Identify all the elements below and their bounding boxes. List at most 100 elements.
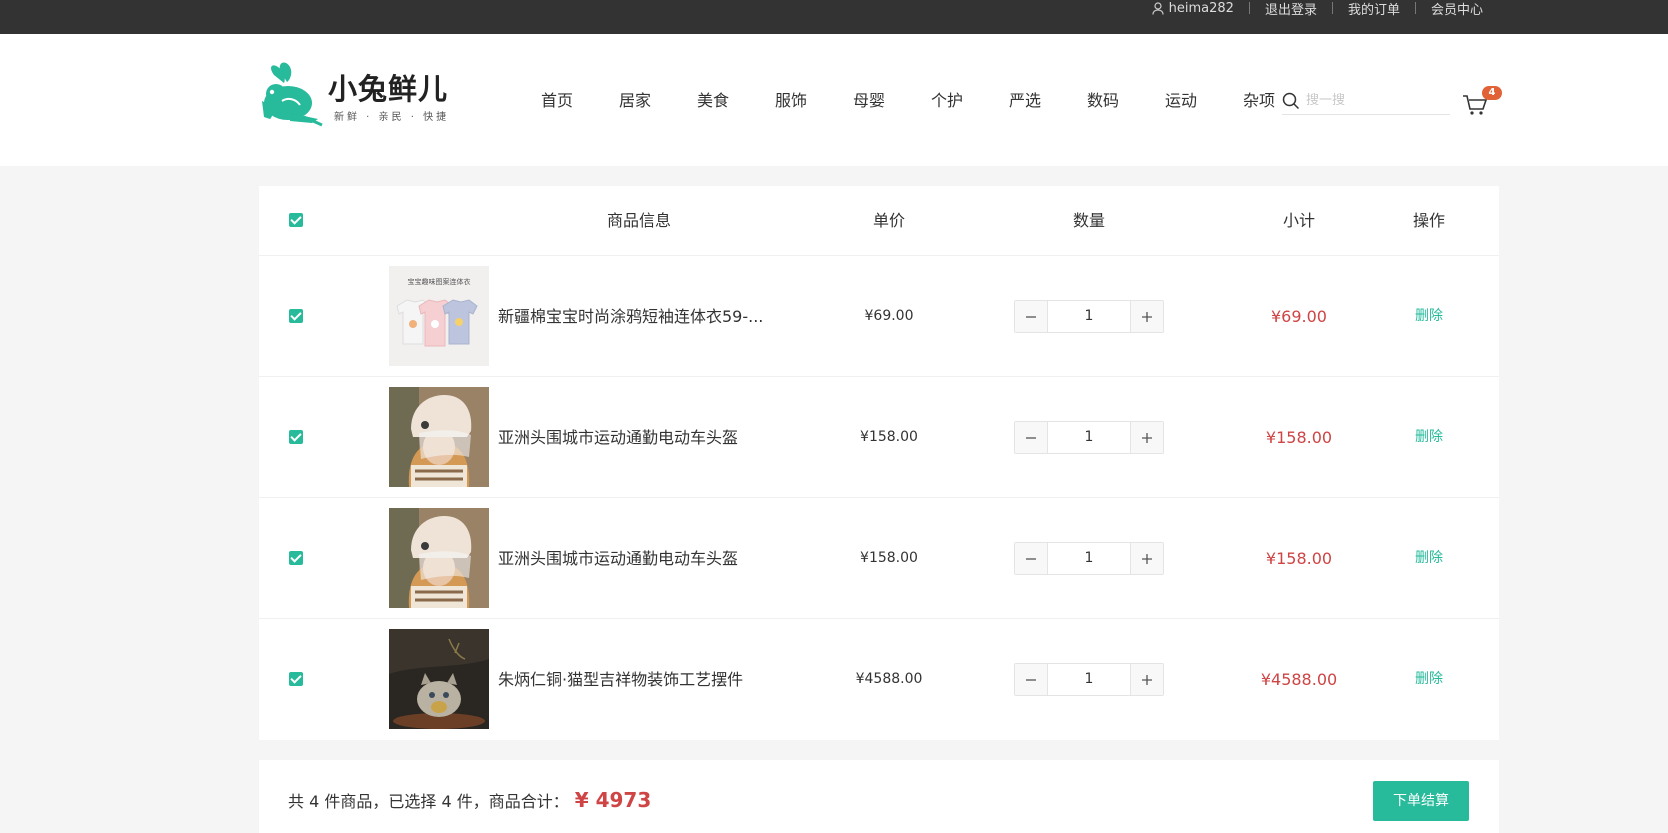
cart-table: 商品信息 单价 数量 小计 操作 宝宝趣味图案连体衣 新疆棉宝宝时尚涂鸦短袖连体… [259,186,1499,740]
total-amount: ¥ 4973 [574,788,652,812]
quantity-value[interactable]: 1 [1048,422,1130,453]
unit-price: ¥4588.00 [855,671,923,687]
helmet-image [389,508,489,608]
top-bar: heima282 退出登录 我的订单 会员中心 [0,0,1668,34]
my-orders-link[interactable]: 我的订单 [1348,0,1400,18]
product-name[interactable]: 亚洲头围城市运动通勤电动车头盔 [498,377,778,498]
table-row: 朱炳仁铜·猫型吉祥物装饰工艺摆件 ¥4588.00 1 ¥4588.00 删除 [259,619,1499,740]
logo-name: 小兔鲜儿 [328,72,449,106]
quantity-stepper: 1 [1014,300,1164,333]
decrease-button[interactable] [1015,664,1048,695]
unit-price: ¥158.00 [860,550,918,566]
product-name[interactable]: 亚洲头围城市运动通勤电动车头盔 [498,498,778,619]
product-image[interactable] [389,508,489,608]
quantity-value[interactable]: 1 [1048,543,1130,574]
row-subtotal: ¥69.00 [1271,307,1327,326]
quantity-value[interactable]: 1 [1048,664,1130,695]
unit-price: ¥69.00 [864,308,914,324]
row-checkbox[interactable] [289,430,303,444]
nav-item-apparel[interactable]: 服饰 [775,89,853,113]
row-checkbox[interactable] [289,672,303,686]
helmet-image [389,387,489,487]
nav-item-selected[interactable]: 严选 [1009,89,1087,113]
nav-item-digital[interactable]: 数码 [1087,89,1165,113]
main-nav: 首页 居家 美食 服饰 母婴 个护 严选 数码 运动 杂项 [541,89,1321,113]
plus-icon [1142,674,1152,685]
row-checkbox[interactable] [289,309,303,323]
divider [1248,2,1250,14]
product-image[interactable]: 宝宝趣味图案连体衣 [389,266,489,366]
row-subtotal: ¥158.00 [1265,428,1333,447]
increase-button[interactable] [1130,664,1163,695]
baby-bodysuit-image: 宝宝趣味图案连体衣 [389,266,489,366]
search-box [1282,87,1450,115]
header-quantity: 数量 [1072,211,1105,230]
table-row: 亚洲头围城市运动通勤电动车头盔 ¥158.00 1 ¥158.00 删除 [259,377,1499,498]
copper-cat-ornament-image [389,629,489,729]
increase-button[interactable] [1130,422,1163,453]
row-subtotal: ¥158.00 [1265,549,1333,568]
row-subtotal: ¥4588.00 [1260,670,1338,689]
product-image[interactable] [389,387,489,487]
unit-price: ¥158.00 [860,429,918,445]
table-row: 宝宝趣味图案连体衣 新疆棉宝宝时尚涂鸦短袖连体衣59-... ¥69.00 1 … [259,256,1499,377]
decrease-button[interactable] [1015,422,1048,453]
user-icon [1152,1,1164,15]
cart-count-badge: 4 [1482,86,1502,100]
nav-item-personal-care[interactable]: 个护 [931,89,1009,113]
checkout-button[interactable]: 下单结算 [1373,781,1469,821]
product-image[interactable] [389,629,489,729]
header: 小兔鲜儿 新鲜 · 亲民 · 快捷 首页 居家 美食 服饰 母婴 个护 严选 数… [0,34,1668,166]
nav-item-sports[interactable]: 运动 [1165,89,1243,113]
header-unit-price: 单价 [872,211,905,230]
product-name[interactable]: 朱炳仁铜·猫型吉祥物装饰工艺摆件 [498,619,778,740]
image-caption: 宝宝趣味图案连体衣 [408,277,471,286]
quantity-value[interactable]: 1 [1048,301,1130,332]
table-header: 商品信息 单价 数量 小计 操作 [259,186,1499,256]
nav-item-baby[interactable]: 母婴 [853,89,931,113]
nav-item-home-living[interactable]: 居家 [619,89,697,113]
logo[interactable]: 小兔鲜儿 新鲜 · 亲民 · 快捷 [260,56,460,136]
logout-link[interactable]: 退出登录 [1265,0,1317,18]
select-all-checkbox[interactable] [289,213,303,227]
member-center-link[interactable]: 会员中心 [1431,0,1483,18]
minus-icon [1026,557,1036,560]
row-checkbox[interactable] [289,551,303,565]
delete-link[interactable]: 删除 [1379,377,1479,498]
delete-link[interactable]: 删除 [1379,256,1479,377]
user-link[interactable]: heima282 [1152,1,1234,16]
decrease-button[interactable] [1015,301,1048,332]
divider [1414,2,1416,14]
plus-icon [1142,311,1152,322]
summary-label: 共 4 件商品，已选择 4 件，商品合计： [288,792,569,811]
summary-text: 共 4 件商品，已选择 4 件，商品合计： ¥ 4973 [288,760,651,833]
increase-button[interactable] [1130,301,1163,332]
header-product-info: 商品信息 [606,211,671,230]
username: heima282 [1168,0,1234,16]
divider [1331,2,1333,14]
table-row: 亚洲头围城市运动通勤电动车头盔 ¥158.00 1 ¥158.00 删除 [259,498,1499,619]
search-input[interactable] [1306,93,1436,108]
logo-text: 小兔鲜儿 新鲜 · 亲民 · 快捷 [328,72,449,123]
header-subtotal: 小计 [1282,211,1315,230]
cart-button[interactable]: 4 [1462,86,1502,116]
minus-icon [1026,436,1036,439]
quantity-stepper: 1 [1014,421,1164,454]
quantity-stepper: 1 [1014,663,1164,696]
quantity-stepper: 1 [1014,542,1164,575]
increase-button[interactable] [1130,543,1163,574]
minus-icon [1026,678,1036,681]
plus-icon [1142,553,1152,564]
plus-icon [1142,432,1152,443]
delete-link[interactable]: 删除 [1379,619,1479,740]
top-bar-links: heima282 退出登录 我的订单 会员中心 [1152,0,1483,18]
search-icon[interactable] [1282,92,1300,110]
delete-link[interactable]: 删除 [1379,498,1479,619]
decrease-button[interactable] [1015,543,1048,574]
nav-item-home[interactable]: 首页 [541,89,619,113]
minus-icon [1026,315,1036,318]
logo-slogan: 新鲜 · 亲民 · 快捷 [334,112,450,123]
product-name[interactable]: 新疆棉宝宝时尚涂鸦短袖连体衣59-... [498,256,778,377]
cart-summary-bar: 共 4 件商品，已选择 4 件，商品合计： ¥ 4973 下单结算 [259,760,1499,833]
nav-item-food[interactable]: 美食 [697,89,775,113]
